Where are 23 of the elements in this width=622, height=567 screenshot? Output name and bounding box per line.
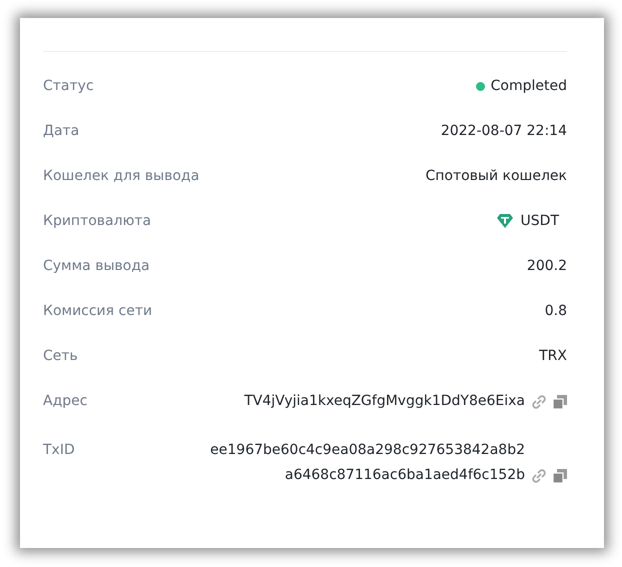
field-value: Спотовый кошелек [425,167,567,186]
field-label: TxID [43,441,75,460]
field-label: Сеть [43,347,78,366]
hash-value: ee1967be60c4c9ea08a298c927653842a8b2a6468c87116ac6ba1aed4f6c152b [209,441,525,485]
field-value: USDT [520,212,559,231]
field-value: 200.2 [526,257,567,276]
field-label: Дата [43,122,80,141]
copy-icon[interactable] [553,468,567,482]
status-text: Completed [490,77,567,96]
link-icon[interactable] [531,468,547,484]
field-value: TRX [539,347,567,366]
copy-icon[interactable] [553,394,567,408]
field-label: Комиссия сети [43,302,152,321]
field-label: Кошелек для вывода [43,167,200,186]
gem-icon [496,214,513,228]
field-label: Сумма вывода [43,257,150,276]
field-value: 2022-08-07 22:14 [440,122,567,141]
field-label: Статус [43,77,94,96]
hash-value: TV4jVyjia1kxeqZGfgMvggk1DdY8e6Eixa [244,392,525,411]
link-icon[interactable] [531,394,547,410]
field-label: Адрес [43,392,88,411]
field-label: Криптовалюта [43,212,152,231]
field-value: 0.8 [544,302,567,321]
